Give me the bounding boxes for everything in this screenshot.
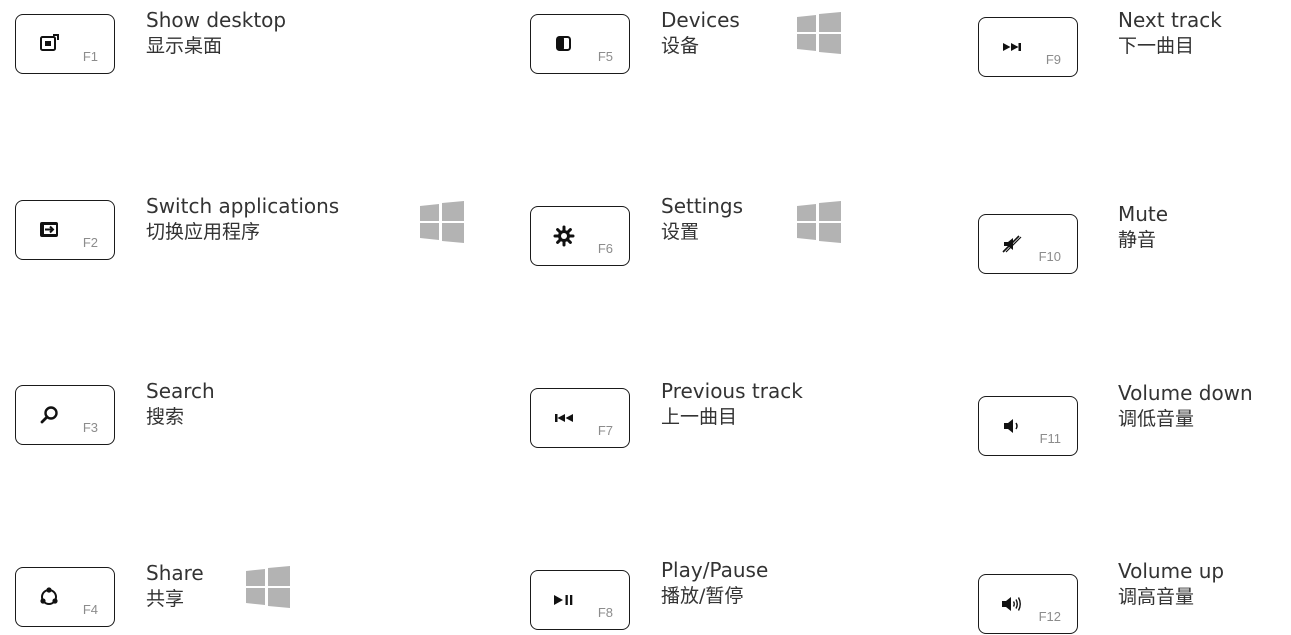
fkey-label: F11 — [1039, 431, 1061, 446]
english-label: Mute — [1118, 202, 1169, 226]
windows-logo-icon — [797, 201, 841, 243]
english-label: Share — [146, 561, 204, 585]
chinese-label: 播放/暂停 — [661, 585, 744, 607]
fkey-label: F12 — [1038, 609, 1061, 624]
f4-key: F4 — [15, 567, 115, 627]
fkey-label: F2 — [82, 235, 98, 250]
chinese-label: 设备 — [661, 35, 700, 57]
english-label: Volume up — [1118, 559, 1225, 583]
fkey-label: F6 — [597, 241, 613, 256]
chinese-label: 切换应用程序 — [146, 221, 261, 243]
f11-key: F11 — [978, 396, 1078, 456]
chinese-label: 显示桌面 — [146, 35, 223, 57]
english-label: Volume down — [1118, 381, 1253, 405]
f3-key: F3 — [15, 385, 115, 445]
key-label: Previous track 上一曲目 — [661, 378, 803, 430]
chinese-label: 设置 — [661, 221, 700, 243]
f5-key: F5 — [530, 14, 630, 74]
english-label: Switch applications — [146, 194, 340, 218]
play-pause-icon — [553, 589, 575, 611]
previous-track-icon — [553, 407, 575, 429]
settings-gear-icon — [553, 225, 575, 247]
english-label: Play/Pause — [661, 558, 769, 582]
chinese-label: 调高音量 — [1118, 586, 1195, 608]
english-label: Show desktop — [146, 8, 287, 32]
next-track-icon — [1001, 36, 1023, 58]
fkey-label: F7 — [597, 423, 613, 438]
key-label: Volume up 调高音量 — [1118, 558, 1224, 610]
f10-key: F10 — [978, 214, 1078, 274]
chinese-label: 搜索 — [146, 406, 185, 428]
english-label: Settings — [661, 194, 744, 218]
fkey-label: F1 — [82, 49, 98, 64]
volume-up-icon — [1001, 593, 1023, 615]
chinese-label: 上一曲目 — [661, 406, 738, 428]
f6-key: F6 — [530, 206, 630, 266]
show-desktop-icon — [38, 33, 60, 55]
search-icon — [38, 404, 60, 426]
chinese-label: 调低音量 — [1118, 408, 1195, 430]
key-label: Devices 设备 — [661, 7, 740, 59]
fkey-label: F4 — [82, 602, 98, 617]
windows-logo-icon — [797, 12, 841, 54]
chinese-label: 共享 — [146, 588, 185, 610]
f2-key: F2 — [15, 200, 115, 260]
english-label: Devices — [661, 8, 740, 32]
f9-key: F9 — [978, 17, 1078, 77]
key-label: Volume down 调低音量 — [1118, 380, 1253, 432]
fkey-label: F9 — [1045, 52, 1061, 67]
fkey-label: F3 — [82, 420, 98, 435]
key-label: Play/Pause 播放/暂停 — [661, 557, 768, 609]
fkey-label: F5 — [597, 49, 613, 64]
fkey-label: F8 — [597, 605, 613, 620]
devices-icon — [553, 33, 575, 55]
share-icon — [38, 586, 60, 608]
key-label: Show desktop 显示桌面 — [146, 7, 286, 59]
f7-key: F7 — [530, 388, 630, 448]
f12-key: F12 — [978, 574, 1078, 634]
chinese-label: 静音 — [1118, 229, 1157, 251]
f1-key: F1 — [15, 14, 115, 74]
chinese-label: 下一曲目 — [1118, 35, 1195, 57]
key-label: Switch applications 切换应用程序 — [146, 193, 339, 245]
windows-logo-icon — [246, 566, 290, 608]
key-label: Search 搜索 — [146, 378, 215, 430]
volume-down-icon — [1001, 415, 1023, 437]
switch-apps-icon — [38, 219, 60, 241]
fkey-label: F10 — [1038, 249, 1061, 264]
english-label: Previous track — [661, 379, 803, 403]
mute-icon — [1001, 233, 1023, 255]
english-label: Next track — [1118, 8, 1222, 32]
key-label: Next track 下一曲目 — [1118, 7, 1222, 59]
key-label: Share 共享 — [146, 560, 204, 612]
key-label: Settings 设置 — [661, 193, 743, 245]
windows-logo-icon — [420, 201, 464, 243]
key-label: Mute 静音 — [1118, 201, 1168, 253]
f8-key: F8 — [530, 570, 630, 630]
english-label: Search — [146, 379, 215, 403]
